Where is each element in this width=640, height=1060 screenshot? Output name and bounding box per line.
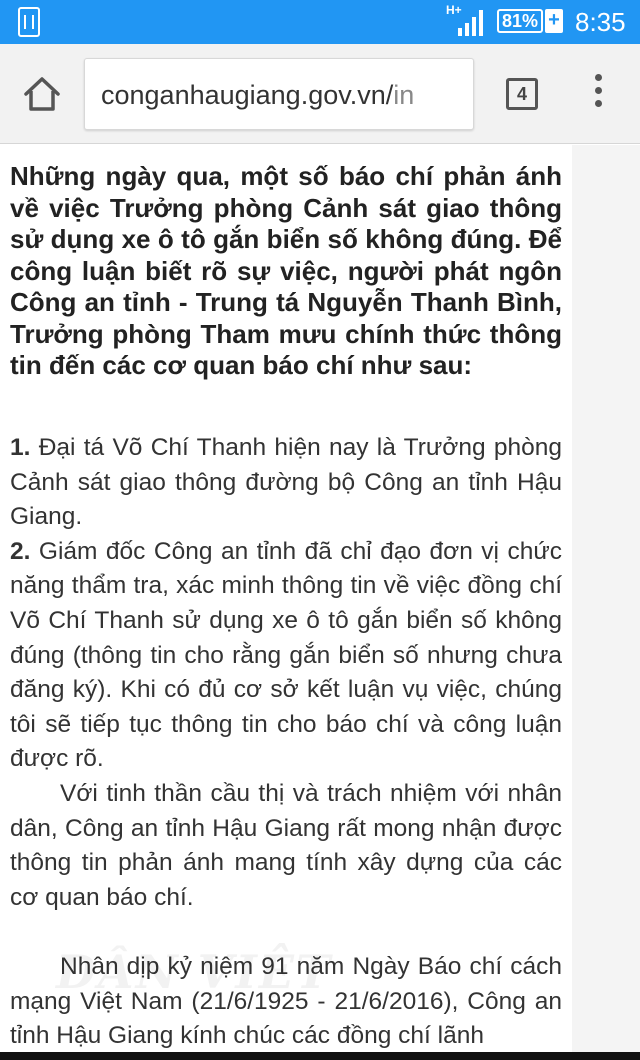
url-bar[interactable]: conganhaugiang.gov.vn/in (84, 58, 474, 130)
status-bar: H+ 81% + 8:35 (0, 0, 640, 44)
signal-icon (458, 10, 483, 36)
paragraph-3: Với tinh thần cầu thị và trách nhiệm với… (10, 779, 562, 911)
article-body: 1. Đại tá Võ Chí Thanh hiện nay là Trưởn… (10, 431, 562, 1054)
clock: 8:35 (575, 7, 626, 37)
home-icon[interactable] (22, 74, 62, 114)
url-text: conganhaugiang.gov.vn/in (101, 80, 415, 110)
article-content: Những ngày qua, một số báo chí phản ánh … (0, 145, 572, 1060)
tab-switcher-button[interactable]: 4 (506, 78, 538, 110)
page-margin (572, 145, 640, 1060)
bottom-edge (0, 1052, 640, 1060)
paragraph-1: 1. Đại tá Võ Chí Thanh hiện nay là Trưởn… (10, 434, 562, 531)
battery-indicator: 81% (497, 9, 543, 33)
sim-update-icon (18, 7, 40, 37)
article-lead: Những ngày qua, một số báo chí phản ánh … (10, 161, 562, 380)
paragraph-2: 2. Giám đốc Công an tỉnh đã chỉ đạo đơn … (10, 537, 562, 773)
browser-toolbar: conganhaugiang.gov.vn/in 4 (0, 44, 640, 144)
overflow-menu-icon[interactable] (588, 74, 608, 114)
charging-icon: + (545, 9, 563, 33)
paragraph-4: Nhân dịp kỷ niệm 91 năm Ngày Báo chí các… (10, 952, 562, 1050)
